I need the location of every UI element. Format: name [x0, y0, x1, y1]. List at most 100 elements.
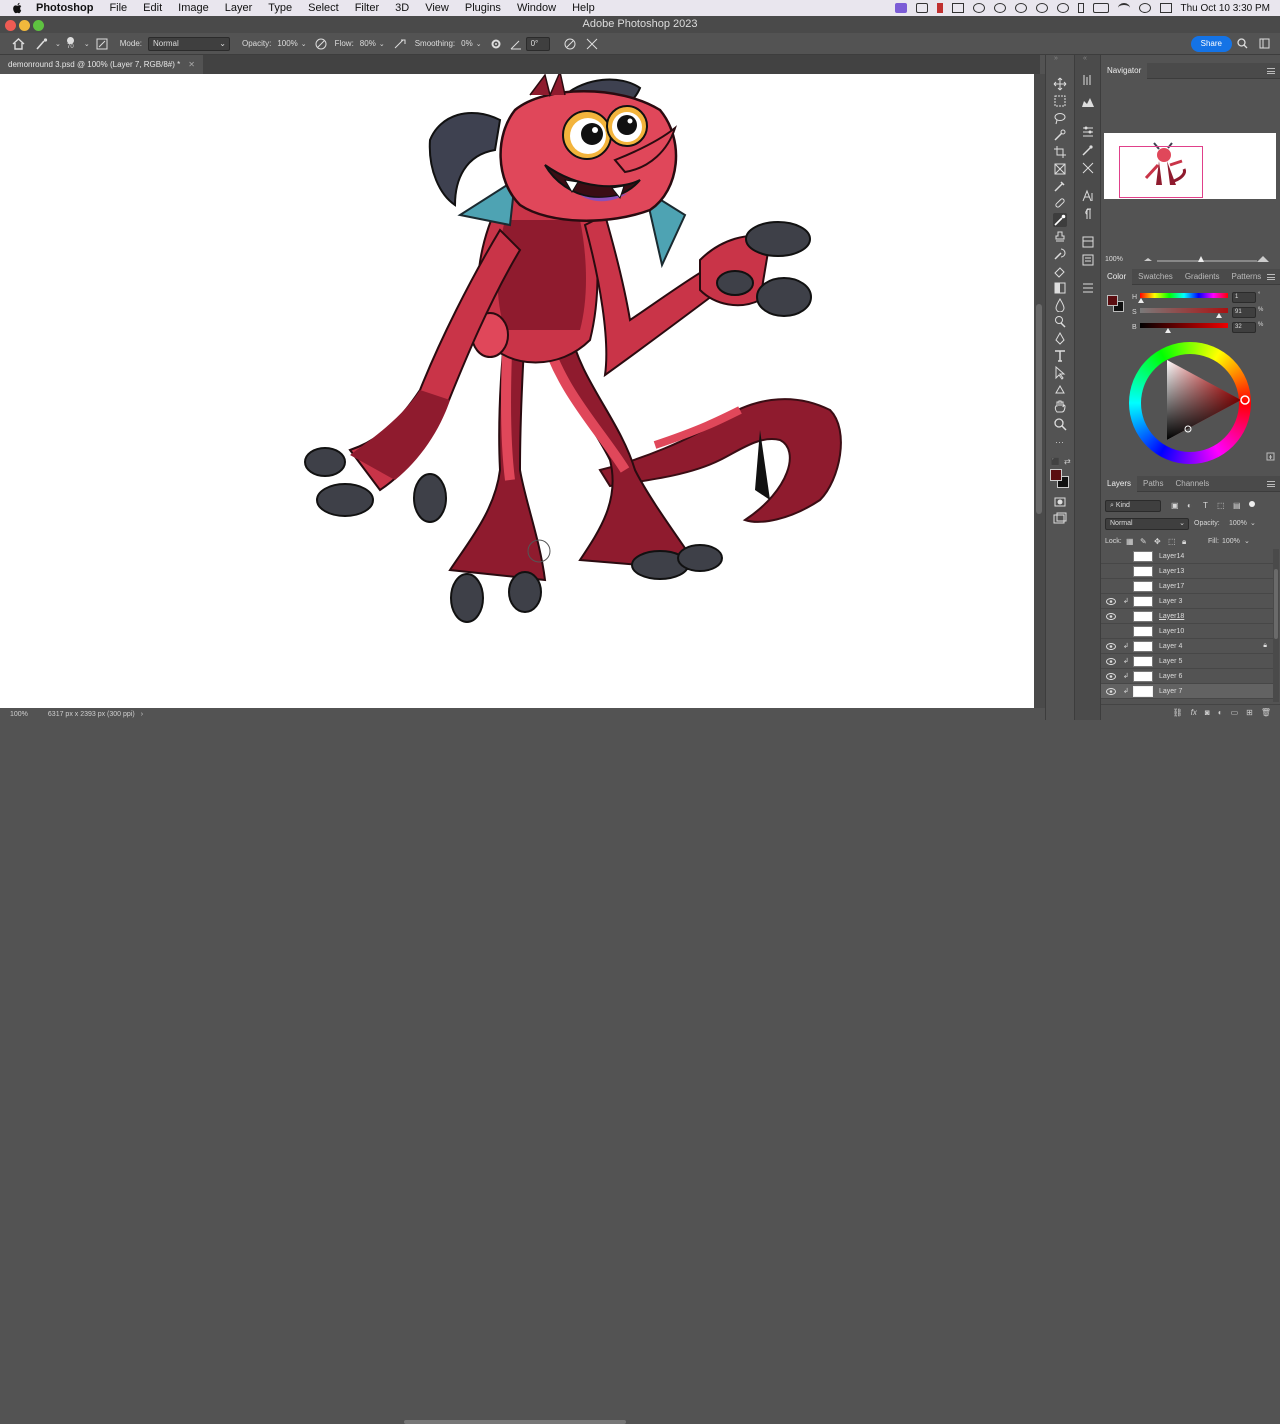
help-icon[interactable]	[1056, 3, 1069, 13]
color-panel-foreground-swatch[interactable]	[1107, 295, 1118, 306]
brightness-slider[interactable]	[1140, 323, 1228, 328]
visibility-toggle-off[interactable]	[1106, 568, 1116, 575]
status-zoom[interactable]: 100%	[10, 711, 28, 718]
tab-channels[interactable]: Channels	[1169, 476, 1215, 492]
workspace-icon[interactable]	[1259, 38, 1270, 49]
smoothing-dropdown-icon[interactable]: ⌄	[476, 40, 482, 48]
dropbox-icon[interactable]	[915, 3, 928, 13]
layer-row[interactable]: ↲ Layer 6	[1101, 669, 1273, 684]
filter-smart-objects-icon[interactable]: ▤	[1233, 501, 1241, 510]
visibility-toggle-off[interactable]	[1106, 628, 1116, 635]
tab-patterns[interactable]: Patterns	[1226, 269, 1268, 285]
status-info-arrow-icon[interactable]: ›	[141, 711, 143, 718]
layer-opacity-chevron-icon[interactable]: ⌄	[1250, 519, 1256, 527]
navigator-view-box[interactable]	[1119, 146, 1203, 198]
eye-icon[interactable]	[1106, 672, 1116, 680]
tab-layers[interactable]: Layers	[1101, 475, 1138, 492]
paragraph-panel-icon[interactable]	[1081, 207, 1095, 221]
history-brush-tool-icon[interactable]	[1053, 247, 1067, 261]
delete-layer-icon[interactable]: 🗑︎	[1261, 708, 1271, 717]
layer-opacity-input[interactable]: 100%	[1229, 520, 1247, 527]
history-panel-icon[interactable]	[1081, 73, 1095, 87]
play-icon[interactable]	[1035, 3, 1048, 13]
zoom-tool-icon[interactable]	[1053, 417, 1067, 431]
pressure-size-icon[interactable]	[564, 38, 576, 50]
swap-colors-icon[interactable]: ⇄	[1064, 457, 1071, 466]
libraries-panel-icon[interactable]	[1081, 235, 1095, 249]
adjustments-panel-icon[interactable]	[1081, 125, 1095, 139]
hue-input[interactable]: 1	[1232, 292, 1256, 303]
menu-file[interactable]: File	[101, 2, 135, 14]
filter-adjustment-layers-icon[interactable]: ◐	[1187, 501, 1192, 510]
dodge-tool-icon[interactable]	[1053, 315, 1067, 329]
dropdown-arrow-icon[interactable]: ⌄	[55, 40, 61, 48]
lasso-tool-icon[interactable]	[1053, 111, 1067, 125]
clock-icon[interactable]	[993, 3, 1006, 13]
hand-tool-icon[interactable]	[1053, 400, 1067, 414]
default-colors-icon[interactable]: ⬛	[1051, 458, 1060, 466]
menu-layer[interactable]: Layer	[217, 2, 261, 14]
canvas[interactable]	[0, 74, 1034, 708]
eye-icon[interactable]	[1106, 642, 1116, 650]
histogram-panel-icon[interactable]	[1081, 95, 1095, 109]
navigator-zoom-value[interactable]: 100%	[1105, 256, 1123, 263]
tab-paths[interactable]: Paths	[1137, 476, 1169, 492]
type-tool-icon[interactable]	[1053, 349, 1067, 363]
lock-all-icon[interactable]: 🔒︎	[1182, 537, 1186, 547]
foreground-color-swatch[interactable]	[1050, 469, 1062, 481]
menu-plugins[interactable]: Plugins	[457, 2, 509, 14]
new-adjustment-layer-icon[interactable]: ◐	[1218, 708, 1223, 717]
filter-shape-layers-icon[interactable]: ⬚	[1217, 501, 1225, 510]
menu-filter[interactable]: Filter	[347, 2, 387, 14]
properties-panel-icon[interactable]	[1081, 253, 1095, 267]
brightness-input[interactable]: 32	[1232, 322, 1256, 333]
layer-style-icon[interactable]: fx	[1191, 708, 1197, 717]
fill-input[interactable]: 100%	[1222, 538, 1240, 545]
search-icon[interactable]	[1138, 3, 1151, 13]
layers-menu-icon[interactable]	[1267, 481, 1275, 487]
saturation-slider-thumb[interactable]	[1216, 313, 1222, 318]
layer-row[interactable]: ↲ Layer 4 🔒︎	[1101, 639, 1273, 654]
character-panel-icon[interactable]	[1081, 189, 1095, 203]
collapse-toolbar-icon[interactable]: »	[1054, 55, 1058, 62]
cloud-icon[interactable]	[972, 3, 985, 13]
display-icon[interactable]	[951, 3, 964, 13]
add-mask-icon[interactable]: ◙	[1205, 708, 1210, 717]
clone-stamp-tool-icon[interactable]	[1053, 230, 1067, 244]
search-icon[interactable]	[1237, 38, 1248, 49]
link-layers-icon[interactable]: ⛓︎	[1173, 708, 1183, 717]
menu-select[interactable]: Select	[300, 2, 347, 14]
control-center-icon[interactable]	[1159, 3, 1172, 13]
menu-3d[interactable]: 3D	[387, 2, 417, 14]
opacity-input[interactable]: 100%	[277, 39, 297, 48]
saturation-slider[interactable]	[1140, 308, 1228, 313]
tab-swatches[interactable]: Swatches	[1132, 269, 1179, 285]
layer-row[interactable]: Layer13	[1101, 564, 1273, 579]
filter-type-layers-icon[interactable]: T	[1203, 501, 1208, 510]
tab-navigator[interactable]: Navigator	[1101, 62, 1148, 79]
brush-tool-preset-icon[interactable]	[35, 37, 49, 50]
screen-mode-icon[interactable]	[1053, 512, 1067, 526]
color-triangle[interactable]	[1129, 342, 1251, 464]
fill-chevron-icon[interactable]: ⌄	[1244, 537, 1250, 545]
zoom-in-large-icon[interactable]	[1256, 253, 1270, 263]
close-window-button[interactable]	[5, 20, 16, 31]
tab-color[interactable]: Color	[1101, 268, 1133, 285]
lock-position-icon[interactable]: ✥	[1154, 537, 1161, 546]
shape-tool-icon[interactable]	[1053, 383, 1067, 397]
layer-row[interactable]: Layer17	[1101, 579, 1273, 594]
menu-type[interactable]: Type	[260, 2, 300, 14]
layers-scrollbar[interactable]	[1273, 549, 1279, 702]
filter-pixel-layers-icon[interactable]: ▣	[1171, 501, 1179, 510]
vertical-scroll-thumb[interactable]	[1036, 304, 1042, 514]
tools-panel-icon[interactable]	[1081, 161, 1095, 175]
smoothing-input[interactable]: 0%	[461, 39, 473, 48]
flow-input[interactable]: 80%	[360, 39, 376, 48]
lock-transparent-pixels-icon[interactable]: ▦	[1126, 537, 1134, 546]
lock-image-pixels-icon[interactable]: ✎	[1140, 537, 1147, 546]
navigator-zoom-thumb[interactable]	[1198, 256, 1204, 262]
pressure-opacity-icon[interactable]	[315, 38, 327, 50]
angle-input[interactable]: 0°	[525, 36, 550, 51]
visibility-toggle-off[interactable]	[1106, 553, 1116, 560]
crop-tool-icon[interactable]	[1053, 145, 1067, 159]
